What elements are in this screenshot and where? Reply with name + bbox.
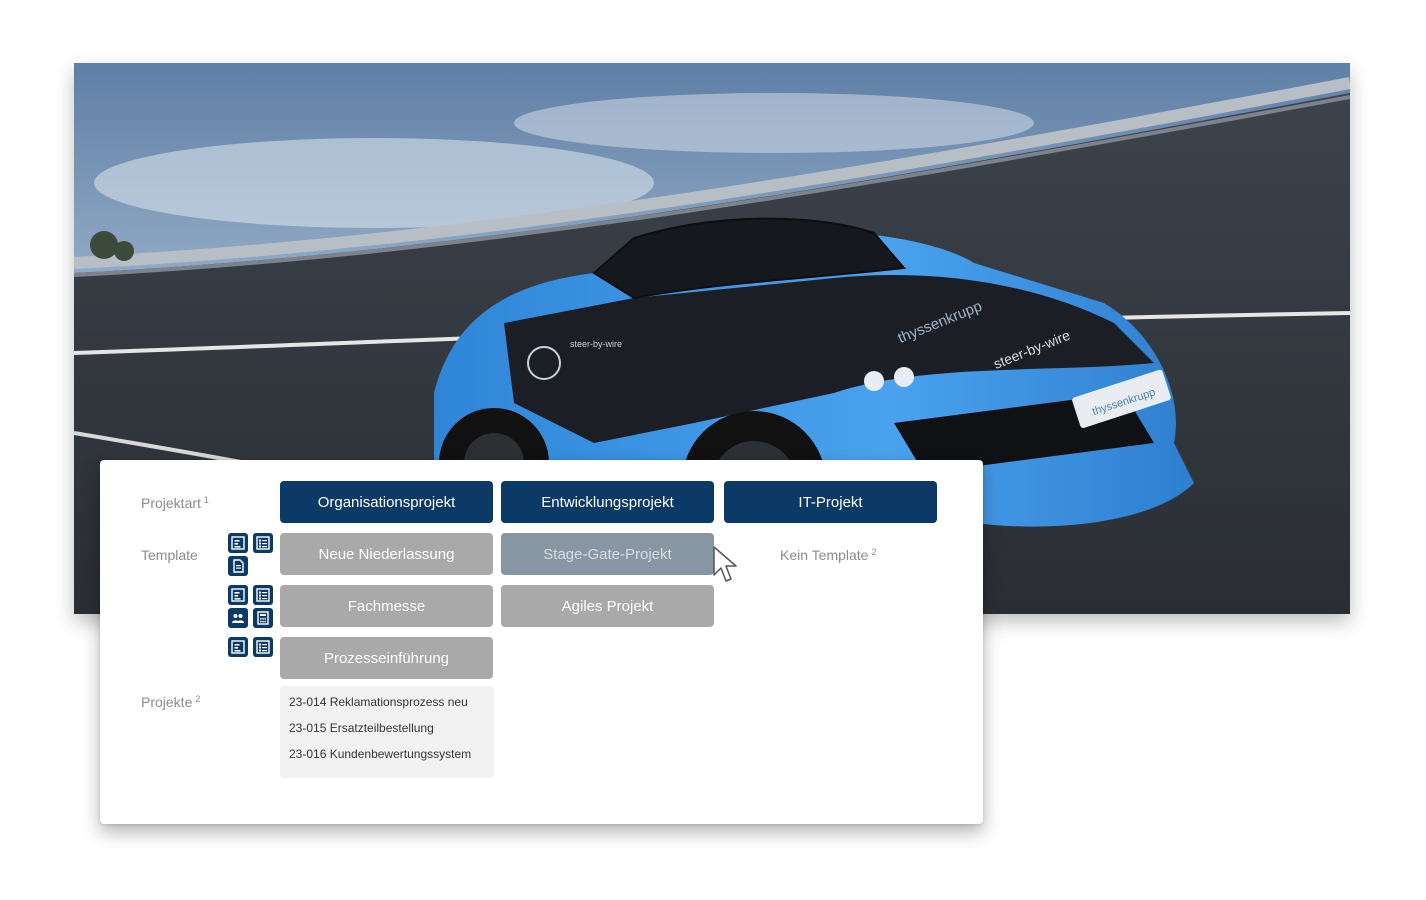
team-icon (228, 608, 248, 628)
projekte-label: Projekte 2 (141, 694, 200, 710)
project-list-item[interactable]: 23-015 Ersatzteilbestellung (289, 720, 485, 746)
projektart-label-text: Projektart (141, 495, 201, 511)
template-button-prozesseinfuehrung[interactable]: Prozesseinführung (280, 637, 493, 679)
type-button-it-projekt[interactable]: IT-Projekt (724, 481, 937, 523)
projekte-label-text: Projekte (141, 694, 193, 710)
template-button-fachmesse[interactable]: Fachmesse (280, 585, 493, 627)
project-list: 23-014 Reklamationsprozess neu 23-015 Er… (280, 686, 494, 778)
project-list-item[interactable]: 23-014 Reklamationsprozess neu (289, 694, 485, 720)
mouse-cursor-icon (713, 546, 737, 582)
checklist-icon (253, 533, 273, 553)
projektart-footnote: 1 (203, 495, 209, 505)
chart-icon (228, 585, 248, 605)
project-setup-panel: Projektart 1 Organisationsprojekt Entwick… (100, 460, 983, 824)
document-icon (228, 556, 248, 576)
template-label: Template (141, 547, 198, 563)
template-button-agiles-projekt[interactable]: Agiles Projekt (501, 585, 714, 627)
type-button-entwicklungsprojekt[interactable]: Entwicklungsprojekt (501, 481, 714, 523)
chart-icon (228, 637, 248, 657)
type-button-organisationsprojekt[interactable]: Organisationsprojekt (280, 481, 493, 523)
checklist-icon (253, 637, 273, 657)
projekte-footnote: 2 (195, 694, 201, 704)
project-list-item[interactable]: 23-016 Kundenbewertungssystem (289, 746, 485, 772)
chart-icon (228, 533, 248, 553)
side-steer-text: steer-by-wire (570, 339, 622, 349)
calculator-icon (253, 608, 273, 628)
template-button-neue-niederlassung[interactable]: Neue Niederlassung (280, 533, 493, 575)
checklist-icon (253, 585, 273, 605)
no-template-option[interactable]: Kein Template 2 (780, 547, 876, 563)
projektart-label: Projektart 1 (141, 495, 209, 511)
no-template-footnote: 2 (871, 547, 877, 557)
template-button-stage-gate-projekt[interactable]: Stage-Gate-Projekt (501, 533, 714, 575)
no-template-text: Kein Template (780, 547, 869, 563)
